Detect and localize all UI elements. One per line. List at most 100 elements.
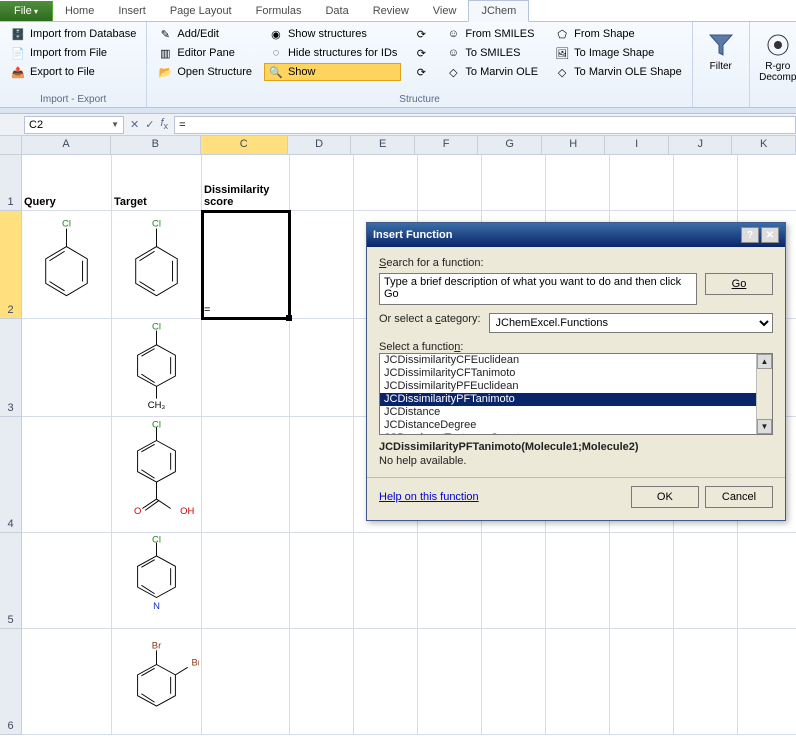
- ok-button[interactable]: OK: [631, 486, 699, 508]
- col-header-a[interactable]: A: [22, 136, 111, 155]
- row-header-4[interactable]: 4: [0, 417, 22, 533]
- row-header-5[interactable]: 5: [0, 533, 22, 629]
- export-to-file-button[interactable]: 📤Export to File: [6, 63, 140, 81]
- cell-k5[interactable]: [738, 533, 796, 629]
- convert-menu-3[interactable]: ⟳: [409, 63, 433, 81]
- tab-home[interactable]: Home: [53, 1, 106, 21]
- cell-h5[interactable]: [546, 533, 610, 629]
- cancel-formula-icon[interactable]: ✕: [130, 118, 139, 131]
- function-list-item[interactable]: JCDissimilarityPFEuclidean: [380, 380, 772, 393]
- from-shape-button[interactable]: ⬠From Shape: [550, 25, 686, 43]
- function-list-item[interactable]: JCDistance: [380, 406, 772, 419]
- function-list-item[interactable]: JCDissimilarityCFTanimoto: [380, 367, 772, 380]
- tab-data[interactable]: Data: [313, 1, 360, 21]
- cell-a2[interactable]: Cl: [22, 211, 112, 319]
- function-list-item[interactable]: JCDistanceDegree: [380, 419, 772, 432]
- cell-c6[interactable]: [202, 629, 290, 735]
- cell-j1[interactable]: [674, 155, 738, 211]
- function-list-item[interactable]: JCDominantTautomerCount: [380, 432, 772, 434]
- cell-b2[interactable]: Cl: [112, 211, 202, 319]
- cell-j5[interactable]: [674, 533, 738, 629]
- col-header-j[interactable]: J: [669, 136, 733, 155]
- import-from-database-button[interactable]: 🗄️Import from Database: [6, 25, 140, 43]
- cell-g1[interactable]: [482, 155, 546, 211]
- cell-g5[interactable]: [482, 533, 546, 629]
- cell-j6[interactable]: [674, 629, 738, 735]
- col-header-h[interactable]: H: [542, 136, 606, 155]
- cell-a5[interactable]: [22, 533, 112, 629]
- col-header-b[interactable]: B: [111, 136, 200, 155]
- scroll-up-icon[interactable]: ▲: [757, 354, 772, 369]
- cell-b4[interactable]: Cl O OH: [112, 417, 202, 533]
- to-smiles-button[interactable]: ☺To SMILES: [441, 44, 542, 62]
- fx-icon[interactable]: fx: [160, 117, 168, 131]
- row-header-3[interactable]: 3: [0, 319, 22, 417]
- dialog-help-button[interactable]: ?: [741, 227, 759, 243]
- hide-structures-for-ids-button[interactable]: ◌Hide structures for IDs: [264, 44, 401, 62]
- col-header-k[interactable]: K: [732, 136, 796, 155]
- cell-e6[interactable]: [354, 629, 418, 735]
- r-group-decompose-button[interactable]: R-gro Decomp: [756, 25, 796, 87]
- cell-c4[interactable]: [202, 417, 290, 533]
- cell-h6[interactable]: [546, 629, 610, 735]
- cell-h1[interactable]: [546, 155, 610, 211]
- cell-d1[interactable]: [290, 155, 354, 211]
- cell-e5[interactable]: [354, 533, 418, 629]
- col-header-c[interactable]: C: [201, 136, 288, 155]
- cell-k1[interactable]: [738, 155, 796, 211]
- tab-page-layout[interactable]: Page Layout: [158, 1, 244, 21]
- cell-d2[interactable]: [290, 211, 354, 319]
- show-structures-button[interactable]: ◉Show structures: [264, 25, 401, 43]
- cell-f6[interactable]: [418, 629, 482, 735]
- convert-menu-2[interactable]: ⟳: [409, 44, 433, 62]
- dialog-close-button[interactable]: ✕: [761, 227, 779, 243]
- open-structure-button[interactable]: 📂Open Structure: [153, 63, 256, 81]
- function-list-scrollbar[interactable]: ▲ ▼: [756, 354, 772, 434]
- cell-f5[interactable]: [418, 533, 482, 629]
- function-list-item-selected[interactable]: JCDissimilarityPFTanimoto: [380, 393, 772, 406]
- accept-formula-icon[interactable]: ✓: [145, 118, 154, 131]
- cell-b6[interactable]: Br Br: [112, 629, 202, 735]
- help-on-this-function-link[interactable]: Help on this function: [379, 491, 479, 503]
- go-button[interactable]: Go: [705, 273, 773, 295]
- cell-e1[interactable]: [354, 155, 418, 211]
- cell-d4[interactable]: [290, 417, 354, 533]
- from-smiles-button[interactable]: ☺From SMILES: [441, 25, 542, 43]
- col-header-e[interactable]: E: [351, 136, 415, 155]
- filter-button[interactable]: Filter: [699, 25, 743, 76]
- file-tab[interactable]: File: [0, 1, 53, 21]
- row-header-6[interactable]: 6: [0, 629, 22, 735]
- tab-jchem[interactable]: JChem: [468, 0, 529, 22]
- cell-i6[interactable]: [610, 629, 674, 735]
- cell-d5[interactable]: [290, 533, 354, 629]
- cell-a6[interactable]: [22, 629, 112, 735]
- formula-bar-input[interactable]: [174, 116, 796, 134]
- convert-menu-1[interactable]: ⟳: [409, 25, 433, 43]
- to-marvin-ole-shape-button[interactable]: ◇To Marvin OLE Shape: [550, 63, 686, 81]
- cell-i5[interactable]: [610, 533, 674, 629]
- scroll-down-icon[interactable]: ▼: [757, 419, 772, 434]
- row-header-1[interactable]: 1: [0, 155, 22, 211]
- editor-pane-button[interactable]: ▥Editor Pane: [153, 44, 256, 62]
- cell-d6[interactable]: [290, 629, 354, 735]
- cell-c3[interactable]: [202, 319, 290, 417]
- cell-c2[interactable]: =: [202, 211, 290, 319]
- cell-d3[interactable]: [290, 319, 354, 417]
- cell-a3[interactable]: [22, 319, 112, 417]
- col-header-g[interactable]: G: [478, 136, 542, 155]
- cell-c5[interactable]: [202, 533, 290, 629]
- name-box[interactable]: C2▼: [24, 116, 124, 134]
- cell-c1[interactable]: Dissimilarity score: [202, 155, 290, 211]
- cell-a1[interactable]: Query: [22, 155, 112, 211]
- to-marvin-ole-button[interactable]: ◇To Marvin OLE: [441, 63, 542, 81]
- cell-b1[interactable]: Target: [112, 155, 202, 211]
- cell-b3[interactable]: Cl CH₃: [112, 319, 202, 417]
- row-header-2[interactable]: 2: [0, 211, 22, 319]
- tab-view[interactable]: View: [421, 1, 469, 21]
- tab-review[interactable]: Review: [361, 1, 421, 21]
- col-header-i[interactable]: I: [605, 136, 669, 155]
- cell-a4[interactable]: [22, 417, 112, 533]
- cell-k6[interactable]: [738, 629, 796, 735]
- cell-b5[interactable]: Cl N: [112, 533, 202, 629]
- cancel-button[interactable]: Cancel: [705, 486, 773, 508]
